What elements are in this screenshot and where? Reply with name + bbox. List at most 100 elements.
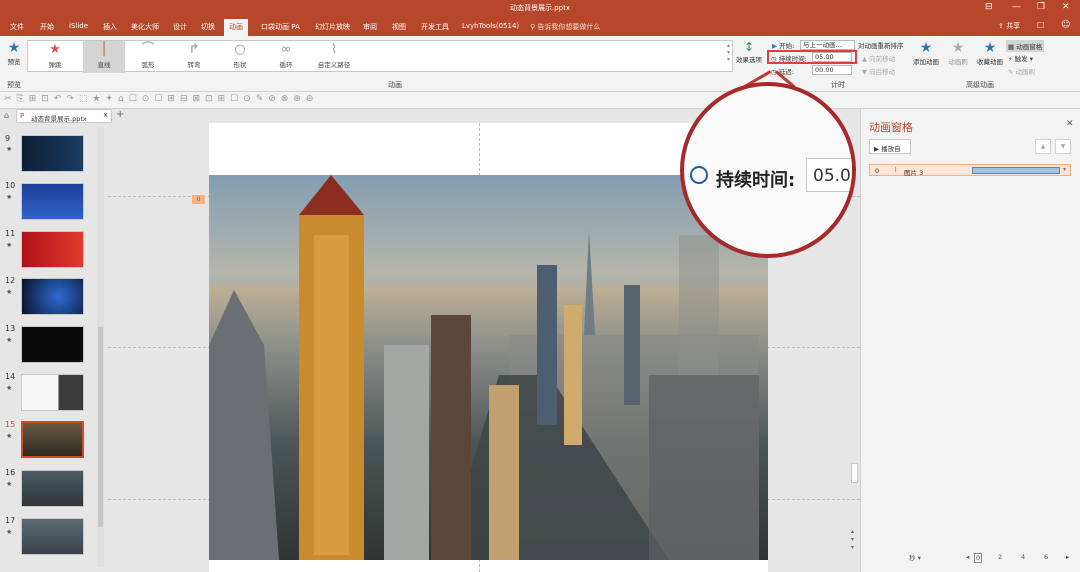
collect-animation-button[interactable]: ★ 收藏动画	[975, 40, 1005, 66]
anim-row-path-icon: ⌇	[894, 166, 898, 174]
animation-pane: 动画窗格 ✕ ▶ 播放自 ▲ ▼ 0 ⌇ 图片 3 ▾ 秒 ▾ ◂ 0 2 4 …	[860, 109, 1080, 572]
menu-pocket-animation[interactable]: 口袋动画 PA	[261, 22, 300, 32]
menu-developer[interactable]: 开发工具	[421, 22, 449, 32]
effect-options-icon: ↕	[743, 40, 755, 54]
loop-path-icon: ∞	[280, 42, 292, 57]
thumb-star-15: ★	[6, 432, 13, 440]
thumbnail-scroll-thumb[interactable]	[98, 327, 103, 527]
animation-order-tag[interactable]: 0	[192, 195, 205, 204]
document-tab[interactable]: P 动态背景展示.pptx ✕	[16, 109, 112, 123]
thumb-num-11: 11	[5, 229, 16, 238]
ribbon-display-icon[interactable]: ⊟	[985, 2, 993, 12]
start-select[interactable]: 与上一动画...	[800, 40, 855, 50]
city-photo[interactable]	[209, 175, 768, 560]
animation-pane-button[interactable]: ▦ 动画窗格	[1006, 40, 1045, 52]
new-tab-icon[interactable]: +	[116, 109, 124, 120]
anim-turn[interactable]: ↱ 转弯	[173, 41, 215, 73]
menu-beautify[interactable]: 美化大师	[131, 22, 159, 32]
anim-custom-path[interactable]: ⌇ 自定义路径	[311, 41, 357, 73]
anim-painter-label: 动画刷	[948, 58, 968, 66]
ribbon: ★ 预览 预览 ★ 弹跳 │ 直线 ⌒ 弧形 ↱ 转弯 ○ 形状 ∞ 循环 ⌇ 自定义路径 ▴…	[0, 36, 1080, 92]
animation-brush-button[interactable]: ✎ 动画刷	[1008, 66, 1035, 76]
menu-view[interactable]: 视图	[392, 22, 406, 32]
move-down-icon[interactable]: ▼	[1055, 139, 1071, 154]
tell-me-search[interactable]: ⚲ 告诉我你想要做什么	[530, 22, 600, 32]
timeline-ruler[interactable]: ◂ 0 2 4 6 ▸	[966, 553, 1076, 563]
animation-list-item[interactable]: 0 ⌇ 图片 3 ▾	[869, 164, 1071, 177]
animation-pane-label: 动画窗格	[1016, 43, 1043, 51]
start-label: ▶ 开始:	[772, 40, 794, 50]
thumb-num-12: 12	[5, 276, 16, 285]
thumbnail-13[interactable]	[21, 326, 84, 363]
preview-star-icon: ★	[7, 40, 21, 56]
delay-input[interactable]: 00.00	[812, 65, 852, 75]
thumbnail-14[interactable]	[21, 374, 84, 411]
comment-icon[interactable]: ☐	[1037, 21, 1044, 30]
menu-lvyhtools[interactable]: LvyhTools(0514)	[462, 22, 519, 30]
anim-painter-button[interactable]: ★ 动画刷	[943, 40, 973, 66]
menu-islide[interactable]: iSlide	[69, 22, 88, 30]
custom-path-icon: ⌇	[330, 42, 338, 57]
menu-transitions[interactable]: 切换	[201, 22, 215, 32]
anim-line[interactable]: │ 直线	[83, 41, 125, 73]
delay-value: 00.00	[815, 66, 834, 74]
play-from-button[interactable]: ▶ 播放自	[869, 139, 911, 154]
tab-home-icon[interactable]: ⌂	[4, 111, 9, 120]
menu-insert[interactable]: 插入	[103, 22, 117, 32]
menu-animations[interactable]: 动画	[224, 19, 248, 36]
menu-slideshow[interactable]: 幻灯片放映	[315, 22, 350, 32]
minimize-icon[interactable]: —	[1012, 2, 1021, 12]
gallery-scroll-icon[interactable]: ▴ ▾ ▾	[727, 42, 730, 63]
menu-review[interactable]: 审阅	[363, 22, 377, 32]
animation-group-label: 动画	[388, 81, 402, 89]
anim-shape[interactable]: ○ 形状	[219, 41, 261, 73]
anim-row-timing-bar[interactable]	[972, 167, 1060, 174]
animation-gallery: ★ 弹跳 │ 直线 ⌒ 弧形 ↱ 转弯 ○ 形状 ∞ 循环 ⌇ 自定义路径 ▴ ▾ ▾	[27, 40, 733, 73]
trigger-button[interactable]: ⚡ 触发 ▾	[1008, 53, 1033, 63]
canvas-scroll-thumb[interactable]	[851, 463, 858, 483]
quick-toolbar[interactable]: ✂⎘⊞⊡↶↷⬚★✦⌂☐⊙☐⊞⊟⊠⊡⊞☐⊙✎⊘⊗⊕⊖	[0, 92, 1080, 109]
timeline-left-icon[interactable]: ◂	[966, 553, 969, 561]
menu-file[interactable]: 文件	[10, 22, 24, 32]
add-animation-button[interactable]: ★ 添加动画	[911, 40, 941, 66]
thumbnail-9[interactable]	[21, 135, 84, 172]
effect-options-button[interactable]: ↕ 效果选项	[736, 40, 762, 64]
timeline-tick-6: 6	[1044, 553, 1049, 561]
thumb-star-12: ★	[6, 288, 13, 296]
move-earlier-button[interactable]: ▲ 向前移动	[862, 53, 895, 63]
thumb-star-13: ★	[6, 336, 13, 344]
thumbnail-10[interactable]	[21, 183, 84, 220]
tab-close-icon[interactable]: ✕	[103, 112, 108, 119]
thumbnail-17[interactable]	[21, 518, 84, 555]
thumbnail-11[interactable]	[21, 231, 84, 268]
thumbnail-scrollbar[interactable]	[97, 127, 104, 567]
timeline-right-icon[interactable]: ▸	[1066, 553, 1069, 561]
canvas-scroll-arrows-icon[interactable]: ▴ ▾ ▾	[851, 528, 854, 552]
share-button[interactable]: ⇪ 共享	[998, 21, 1020, 31]
thumbnail-16[interactable]	[21, 470, 84, 507]
thumbnail-15[interactable]	[21, 421, 84, 458]
thumb-num-14: 14	[5, 372, 16, 381]
close-icon[interactable]: ✕	[1062, 2, 1070, 12]
anim-row-index: 0	[875, 167, 880, 175]
anim-arc[interactable]: ⌒ 弧形	[127, 41, 169, 73]
move-later-label: 向后移动	[869, 68, 896, 76]
move-up-icon[interactable]: ▲	[1035, 139, 1051, 154]
restore-icon[interactable]: ❐	[1037, 2, 1045, 12]
preview-button[interactable]: ★ 预览	[4, 40, 24, 66]
smiley-icon[interactable]: ☺	[1061, 20, 1070, 30]
anim-bounce[interactable]: ★ 弹跳	[34, 41, 76, 73]
reorder-title: 对动画重新排序	[858, 42, 904, 50]
menu-home[interactable]: 开始	[40, 22, 54, 32]
shape-path-icon: ○	[234, 42, 246, 57]
thumbnail-12[interactable]	[21, 278, 84, 315]
thumb-num-10: 10	[5, 181, 16, 190]
anim-row-dropdown-icon[interactable]: ▾	[1063, 166, 1066, 173]
menu-design[interactable]: 设计	[173, 22, 187, 32]
pane-close-icon[interactable]: ✕	[1066, 119, 1074, 129]
preview-group-label: 预览	[7, 81, 21, 89]
thumb-star-10: ★	[6, 193, 13, 201]
move-later-button[interactable]: ▼ 向后移动	[862, 66, 895, 76]
seconds-dropdown[interactable]: 秒 ▾	[909, 552, 921, 562]
anim-loop[interactable]: ∞ 循环	[265, 41, 307, 73]
